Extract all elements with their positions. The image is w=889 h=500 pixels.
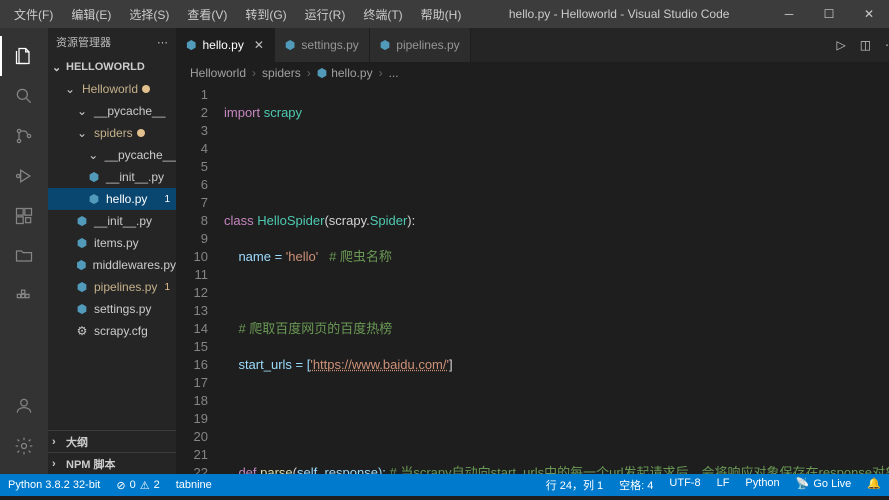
menu-view[interactable]: 查看(V) <box>179 2 235 27</box>
file-item[interactable]: ⬢middlewares.py <box>48 254 176 276</box>
status-encoding[interactable]: UTF-8 <box>661 477 708 489</box>
tab-settings[interactable]: ⬢ settings.py <box>275 28 370 62</box>
folder-item[interactable]: ⌄__pycache__ <box>48 144 176 166</box>
project-header[interactable]: ⌄ HELLOWORLD <box>48 56 176 78</box>
chevron-down-icon: ⌄ <box>86 148 101 162</box>
menu-bar: 文件(F) 编辑(E) 选择(S) 查看(V) 转到(G) 运行(R) 终端(T… <box>0 2 469 27</box>
menu-edit[interactable]: 编辑(E) <box>63 2 119 27</box>
title-bar: 文件(F) 编辑(E) 选择(S) 查看(V) 转到(G) 运行(R) 终端(T… <box>0 0 889 28</box>
file-item[interactable]: ⚙scrapy.cfg <box>48 320 176 342</box>
line-numbers: 123456789101112131415161718192021222324 <box>176 84 224 474</box>
folder-item[interactable]: ⌄Helloworld <box>48 78 176 100</box>
python-icon: ⬢ <box>285 38 295 52</box>
file-item[interactable]: ⬢pipelines.py1 <box>48 276 176 298</box>
search-icon[interactable] <box>0 76 48 116</box>
chevron-right-icon: › <box>52 458 66 470</box>
tab-hello[interactable]: ⬢ hello.py ✕ <box>176 28 275 62</box>
menu-select[interactable]: 选择(S) <box>121 2 177 27</box>
file-icon: ⬢ <box>86 170 102 184</box>
status-live[interactable]: 📡Go Live <box>788 477 860 490</box>
folder-item[interactable]: ⌄__pycache__ <box>48 100 176 122</box>
code-content[interactable]: import scrapy class HelloSpider(scrapy.S… <box>224 84 889 474</box>
python-icon: ⬢ <box>186 38 196 52</box>
file-icon: ⬢ <box>74 302 90 316</box>
status-position[interactable]: 行 24，列 1 <box>538 477 611 493</box>
activity-bar <box>0 28 48 474</box>
tabs-bar: ⬢ hello.py ✕ ⬢ settings.py ⬢ pipelines.p… <box>176 28 889 62</box>
chevron-down-icon: ⌄ <box>52 61 66 74</box>
more-icon[interactable]: ⋯ <box>157 36 168 49</box>
status-problems[interactable]: ⊘0 ⚠2 <box>108 474 167 496</box>
file-tree: ⌄Helloworld⌄__pycache__⌄spiders⌄__pycach… <box>48 78 176 342</box>
minimize-button[interactable]: ─ <box>769 0 809 28</box>
file-item[interactable]: ⬢__init__.py <box>48 166 176 188</box>
file-item[interactable]: ⬢__init__.py <box>48 210 176 232</box>
account-icon[interactable] <box>0 386 48 426</box>
error-icon: ⊘ <box>116 479 125 492</box>
window-controls: ─ ☐ ✕ <box>769 0 889 28</box>
tab-pipelines[interactable]: ⬢ pipelines.py <box>370 28 471 62</box>
file-icon: ⬢ <box>74 258 89 272</box>
maximize-button[interactable]: ☐ <box>809 0 849 28</box>
status-python[interactable]: Python 3.8.2 32-bit <box>0 474 108 496</box>
bell-icon: 🔔 <box>867 477 881 490</box>
explorer-icon[interactable] <box>0 36 48 76</box>
file-item[interactable]: ⬢items.py <box>48 232 176 254</box>
split-icon[interactable]: ◫ <box>860 38 871 52</box>
status-bar: Python 3.8.2 32-bit ⊘0 ⚠2 tabnine 行 24，列… <box>0 474 889 496</box>
sidebar: 资源管理器 ⋯ ⌄ HELLOWORLD ⌄Helloworld⌄__pycac… <box>48 28 176 474</box>
menu-file[interactable]: 文件(F) <box>6 2 61 27</box>
chevron-right-icon: › <box>52 436 66 448</box>
broadcast-icon: 📡 <box>796 477 810 490</box>
close-icon[interactable]: ✕ <box>254 38 264 52</box>
status-tabnine[interactable]: tabnine <box>168 474 220 496</box>
folder-item[interactable]: ⌄spiders <box>48 122 176 144</box>
editor-area: ⬢ hello.py ✕ ⬢ settings.py ⬢ pipelines.p… <box>176 28 889 474</box>
file-icon: ⬢ <box>86 192 102 206</box>
menu-goto[interactable]: 转到(G) <box>237 2 294 27</box>
folder-icon[interactable] <box>0 236 48 276</box>
file-icon: ⬢ <box>74 280 90 294</box>
status-eol[interactable]: LF <box>709 477 738 489</box>
extensions-icon[interactable] <box>0 196 48 236</box>
warning-icon: ⚠ <box>140 479 150 492</box>
docker-icon[interactable] <box>0 276 48 316</box>
file-item[interactable]: ⬢settings.py <box>48 298 176 320</box>
status-spaces[interactable]: 空格: 4 <box>611 477 661 493</box>
code-editor[interactable]: 123456789101112131415161718192021222324 … <box>176 84 889 474</box>
more-icon[interactable]: ⋯ <box>885 38 889 52</box>
file-icon: ⬢ <box>74 236 90 250</box>
outline-header[interactable]: › 大纲 <box>48 430 176 452</box>
npm-header[interactable]: › NPM 脚本 <box>48 452 176 474</box>
menu-help[interactable]: 帮助(H) <box>413 2 470 27</box>
close-button[interactable]: ✕ <box>849 0 889 28</box>
file-icon: ⚙ <box>74 324 90 338</box>
scm-icon[interactable] <box>0 116 48 156</box>
run-icon[interactable]: ▷ <box>836 38 845 52</box>
chevron-down-icon: ⌄ <box>74 126 90 140</box>
breadcrumb[interactable]: Helloworld› spiders› ⬢ hello.py› ... <box>176 62 889 84</box>
sidebar-title: 资源管理器 ⋯ <box>48 28 176 56</box>
settings-icon[interactable] <box>0 426 48 466</box>
chevron-down-icon: ⌄ <box>62 82 78 96</box>
menu-terminal[interactable]: 终端(T) <box>355 2 410 27</box>
python-icon: ⬢ <box>380 38 390 52</box>
menu-run[interactable]: 运行(R) <box>297 2 354 27</box>
file-icon: ⬢ <box>74 214 90 228</box>
debug-icon[interactable] <box>0 156 48 196</box>
chevron-down-icon: ⌄ <box>74 104 90 118</box>
file-item[interactable]: ⬢hello.py1 <box>48 188 176 210</box>
status-bell[interactable]: 🔔 <box>859 477 889 490</box>
status-lang[interactable]: Python <box>737 477 787 489</box>
window-title: hello.py - Helloworld - Visual Studio Co… <box>469 7 769 21</box>
